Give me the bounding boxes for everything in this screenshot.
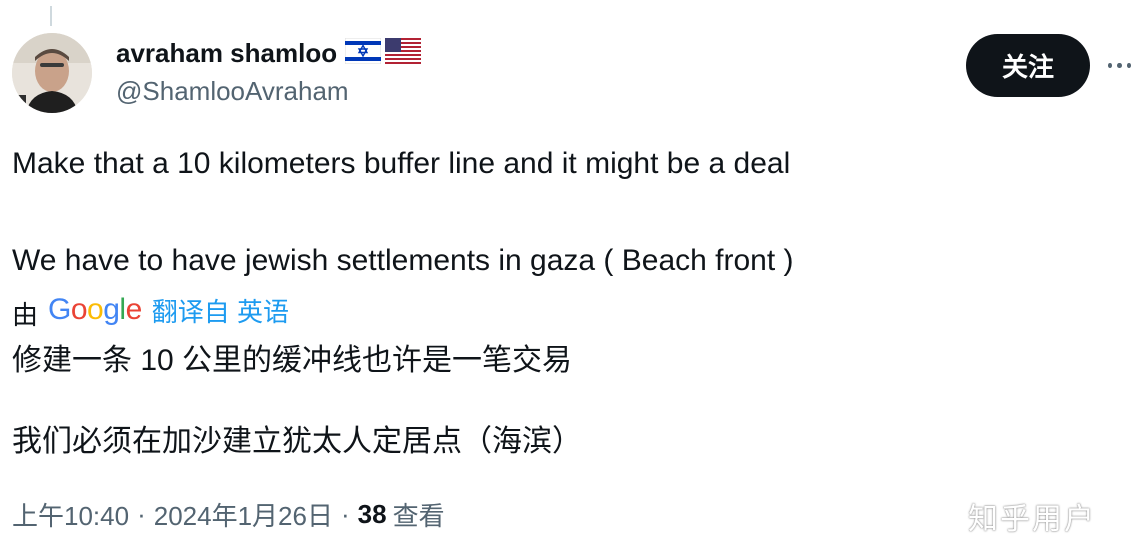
translation-line-2: 我们必须在加沙建立犹太人定居点（海滨） bbox=[12, 425, 582, 458]
us-flag-icon bbox=[385, 37, 422, 69]
translated-from-link[interactable]: 翻译自 英语 bbox=[152, 292, 289, 329]
follow-button[interactable]: 关注 bbox=[966, 34, 1090, 97]
tweet-text-line-2: We have to have jewish settlements in ga… bbox=[12, 244, 794, 277]
translation-prefix: 由 bbox=[12, 299, 39, 330]
google-logo-icon: Google bbox=[48, 293, 142, 326]
avatar[interactable] bbox=[12, 33, 92, 113]
translation-line-1: 修建一条 10 公里的缓冲线也许是一笔交易 bbox=[12, 344, 573, 377]
meta-separator: · bbox=[137, 499, 146, 529]
author-block: avraham shamloo @ShamlooAvraham bbox=[116, 36, 425, 107]
watermark: 知乎用户 bbox=[968, 503, 1096, 536]
tweet-meta: 上午10:40 · 2024年1月26日 · 38 查看 bbox=[12, 496, 445, 533]
translation-attribution: 由 Google 翻译自 英语 bbox=[12, 292, 289, 330]
avatar-image bbox=[12, 33, 92, 113]
tweet-time[interactable]: 上午10:40 bbox=[12, 496, 129, 533]
tweet-text-line-1: Make that a 10 kilometers buffer line an… bbox=[12, 147, 791, 180]
tweet-date[interactable]: 2024年1月26日 bbox=[154, 496, 333, 533]
view-label: 查看 bbox=[392, 501, 445, 531]
view-count: 38 bbox=[357, 499, 387, 529]
more-options-icon[interactable] bbox=[1108, 52, 1136, 78]
thread-connector-line bbox=[50, 6, 52, 26]
meta-separator: · bbox=[340, 499, 350, 529]
israel-flag-icon bbox=[344, 37, 382, 69]
author-display-name[interactable]: avraham shamloo bbox=[116, 38, 337, 69]
name-row: avraham shamloo bbox=[116, 36, 425, 70]
author-handle[interactable]: @ShamlooAvraham bbox=[116, 76, 425, 107]
